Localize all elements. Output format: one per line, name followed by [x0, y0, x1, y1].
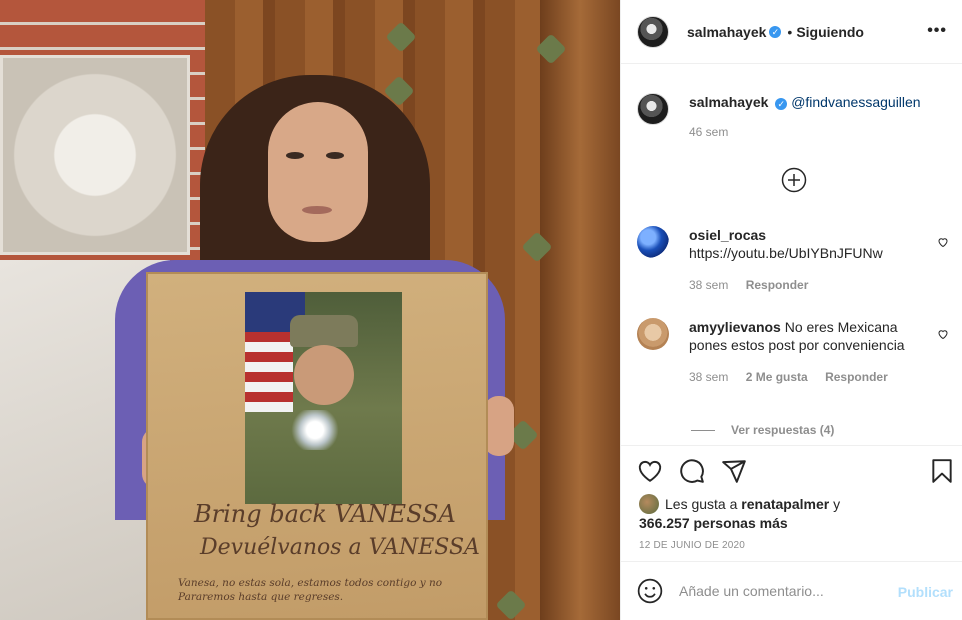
- author-avatar[interactable]: [637, 15, 669, 48]
- comment-text: https://youtu.be/UbIYBnJFUNw: [689, 245, 883, 261]
- emoji-icon[interactable]: [637, 578, 663, 604]
- comment-item: osiel_rocas https://youtu.be/UbIYBnJFUNw…: [637, 226, 947, 294]
- post-photo[interactable]: Bring back VANESSA Devuélvanos a VANESSA…: [0, 0, 620, 620]
- sign-line-english: Bring back VANESSA: [194, 500, 456, 528]
- heart-icon[interactable]: [937, 328, 949, 340]
- post-header: salmahayek ✓ • Siguiendo •••: [621, 0, 962, 64]
- following-button[interactable]: Siguiendo: [796, 24, 864, 40]
- comment-meta: 38 sem Responder: [689, 276, 923, 294]
- caption-avatar[interactable]: [637, 93, 669, 125]
- caption-body: salmahayek ✓ @findvanessaguillen 46 sem: [689, 93, 923, 141]
- view-replies-button[interactable]: Ver respuestas (4): [691, 423, 834, 437]
- soldier-cap: [290, 315, 358, 347]
- sign-line-message: Vanesa, no estas sola, estamos todos con…: [178, 577, 443, 603]
- caption-row: salmahayek ✓ @findvanessaguillen 46 sem: [637, 93, 947, 141]
- person-hand: [484, 396, 514, 456]
- door-trim: [540, 0, 620, 620]
- comment-meta: 38 sem 2 Me gusta Responder: [689, 368, 923, 386]
- separator-dot: •: [787, 23, 793, 40]
- caption-time[interactable]: 46 sem: [689, 125, 728, 139]
- photo-glare: [288, 410, 342, 450]
- reply-button[interactable]: Responder: [825, 370, 888, 384]
- comment-likes[interactable]: 2 Me gusta: [746, 370, 808, 384]
- person-eye: [286, 152, 304, 159]
- add-comment-bar: Publicar: [621, 561, 962, 620]
- comment-username[interactable]: amyylievanos: [689, 319, 781, 335]
- comment-body: amyylievanos No eres Mexicana pones esto…: [689, 318, 923, 386]
- heart-icon[interactable]: [937, 236, 949, 248]
- comment-input[interactable]: [679, 583, 889, 599]
- person-face: [268, 102, 368, 242]
- caption-meta: 46 sem: [689, 123, 923, 141]
- person-lips: [302, 206, 332, 214]
- author-username[interactable]: salmahayek: [687, 24, 766, 40]
- verified-badge-icon: ✓: [775, 98, 788, 110]
- comment-body: osiel_rocas https://youtu.be/UbIYBnJFUNw…: [689, 226, 923, 294]
- view-replies-label: Ver respuestas (4): [731, 423, 835, 437]
- share-icon[interactable]: [721, 458, 747, 484]
- comment-time[interactable]: 38 sem: [689, 370, 728, 384]
- post-date[interactable]: 12 DE JUNIO DE 2020: [639, 540, 745, 551]
- likes-prefix: Les gusta a: [665, 496, 738, 512]
- post-side-panel: salmahayek ✓ • Siguiendo ••• salmahayek …: [620, 0, 962, 620]
- action-icons: [637, 458, 763, 484]
- likes-summary: Les gusta a renatapalmer y 366.257 perso…: [639, 494, 840, 533]
- post-dialog: Bring back VANESSA Devuélvanos a VANESSA…: [0, 0, 962, 620]
- post-actions: Les gusta a renatapalmer y 366.257 perso…: [621, 445, 962, 561]
- heart-icon[interactable]: [637, 458, 663, 484]
- comment-avatar[interactable]: [637, 318, 669, 350]
- person-eye: [326, 152, 344, 159]
- stone-relief: [0, 55, 190, 255]
- comment-avatar[interactable]: [637, 226, 669, 258]
- sign-line-spanish: Devuélvanos a VANESSA: [200, 535, 480, 560]
- liker-avatar[interactable]: [639, 494, 659, 514]
- likes-connector: y: [833, 496, 841, 512]
- author-info: salmahayek ✓ • Siguiendo: [687, 24, 864, 40]
- caption-mention-link[interactable]: @findvanessaguillen: [791, 94, 920, 110]
- replies-divider-line: [691, 429, 715, 431]
- comment-item: amyylievanos No eres Mexicana pones esto…: [637, 318, 947, 386]
- reply-button[interactable]: Responder: [746, 278, 809, 292]
- soldier-face: [294, 345, 354, 405]
- publish-button[interactable]: Publicar: [898, 584, 953, 600]
- comment-icon[interactable]: [679, 458, 705, 484]
- add-circle-icon[interactable]: [781, 167, 807, 193]
- caption-username[interactable]: salmahayek: [689, 94, 768, 110]
- more-icon[interactable]: •••: [927, 22, 947, 40]
- bookmark-icon[interactable]: [929, 458, 955, 484]
- comments-list[interactable]: salmahayek ✓ @findvanessaguillen 46 sem …: [621, 65, 962, 445]
- verified-badge-icon: ✓: [769, 25, 782, 38]
- likes-count-button[interactable]: 366.257 personas más: [639, 515, 788, 531]
- comment-time[interactable]: 38 sem: [689, 278, 728, 292]
- comment-username[interactable]: osiel_rocas: [689, 227, 766, 243]
- liker-username[interactable]: renatapalmer: [741, 496, 829, 512]
